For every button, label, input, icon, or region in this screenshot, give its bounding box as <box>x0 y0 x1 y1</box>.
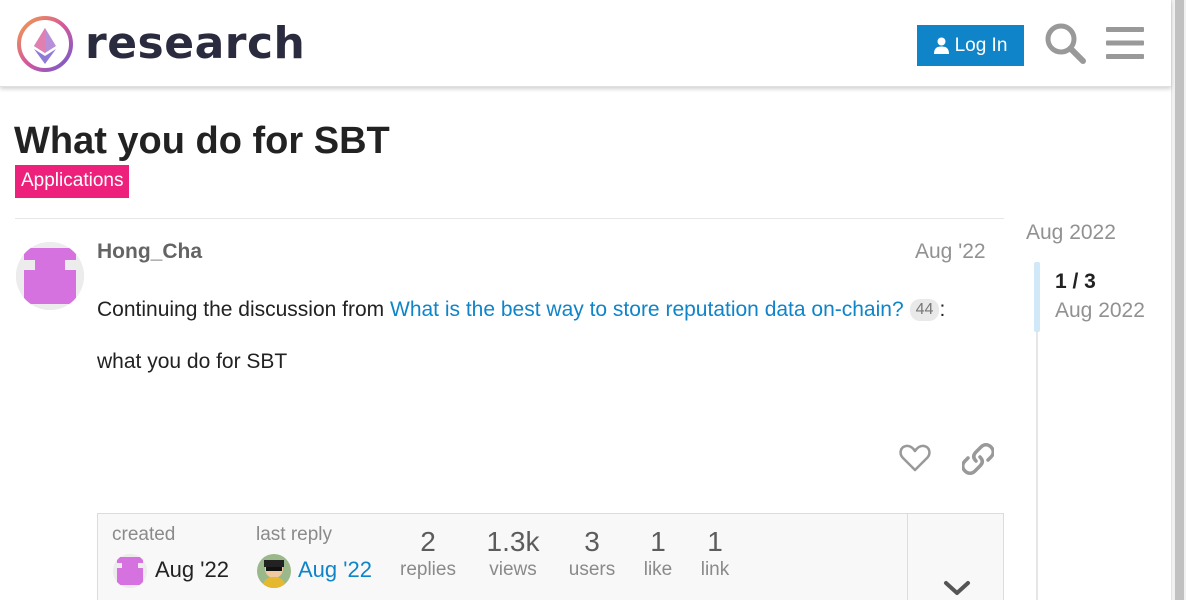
stat-replies-label: replies <box>400 559 456 580</box>
timeline-current-date: Aug 2022 <box>1055 299 1145 322</box>
link-count-badge: 44 <box>909 299 940 321</box>
last-reply-avatar[interactable] <box>257 554 291 588</box>
stat-users-count: 3 <box>584 526 600 557</box>
stat-likes[interactable]: 1 like <box>628 527 688 583</box>
last-reply-label: last reply <box>256 524 333 545</box>
link-icon[interactable] <box>962 443 994 475</box>
page-scrollbar[interactable] <box>1171 0 1186 600</box>
hamburger-menu-icon[interactable] <box>1106 25 1144 61</box>
site-logo[interactable]: research <box>16 15 305 73</box>
stat-replies: 2 replies <box>393 527 463 583</box>
avatar-image <box>16 242 84 310</box>
stat-replies-count: 2 <box>420 526 436 557</box>
post-date[interactable]: Aug '22 <box>915 240 986 264</box>
search-icon[interactable] <box>1043 21 1087 65</box>
expand-topic-map-button[interactable] <box>907 514 1004 600</box>
creator-avatar-image <box>113 554 147 588</box>
login-button[interactable]: Log In <box>917 25 1024 66</box>
stat-users[interactable]: 3 users <box>557 527 627 583</box>
post-body: what you do for SBT <box>97 350 288 373</box>
login-label: Log In <box>954 34 1008 56</box>
stat-links[interactable]: 1 link <box>685 527 745 583</box>
timeline-handle[interactable] <box>1034 262 1040 332</box>
stat-likes-count: 1 <box>650 526 666 557</box>
site-name: research <box>85 18 306 69</box>
last-reply-avatar-image <box>257 554 291 588</box>
post-author[interactable]: Hong_Cha <box>97 240 202 264</box>
scrollbar-thumb[interactable] <box>1175 0 1184 600</box>
timeline-position: 1 / 3 <box>1055 270 1096 293</box>
timeline-start-date[interactable]: Aug 2022 <box>1026 221 1116 245</box>
title-divider <box>15 218 1004 219</box>
stat-links-count: 1 <box>707 526 723 557</box>
linked-topic[interactable]: What is the best way to store reputation… <box>390 298 904 322</box>
stat-views-label: views <box>489 559 537 580</box>
author-avatar[interactable] <box>16 242 84 310</box>
stat-views: 1.3k views <box>478 527 548 583</box>
category-badge[interactable]: Applications <box>15 165 130 198</box>
intro-suffix: : <box>939 298 946 321</box>
heart-icon[interactable] <box>899 443 931 473</box>
stat-links-label: link <box>700 559 730 580</box>
creator-avatar[interactable] <box>113 554 147 588</box>
user-icon <box>933 37 949 54</box>
topic-map: created Aug '22 last reply Aug '22 2 rep… <box>97 513 1004 600</box>
last-reply-date[interactable]: Aug '22 <box>298 557 372 583</box>
post-intro: Continuing the discussion from What is t… <box>97 298 945 322</box>
stat-users-label: users <box>568 559 616 580</box>
topic-title[interactable]: What you do for SBT <box>14 118 390 164</box>
site-header: research Log In <box>0 0 1171 87</box>
intro-text: Continuing the discussion from <box>97 298 385 321</box>
created-label: created <box>112 524 176 545</box>
chevron-down-icon <box>944 581 970 595</box>
stat-likes-label: like <box>643 559 673 580</box>
created-date[interactable]: Aug '22 <box>155 557 229 583</box>
stat-views-count: 1.3k <box>486 526 540 557</box>
logo-icon <box>17 16 73 72</box>
